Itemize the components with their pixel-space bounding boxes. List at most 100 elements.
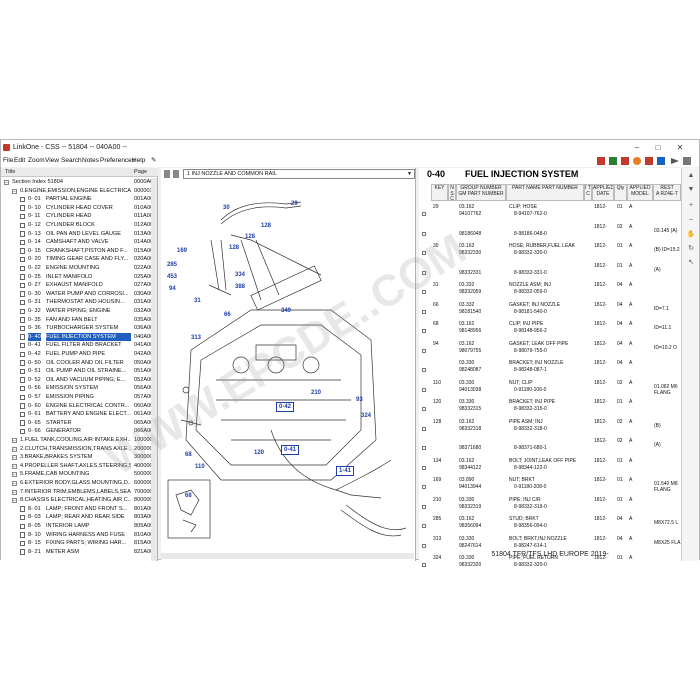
print-icon[interactable]: [645, 157, 653, 165]
menu-zoom[interactable]: Zoom: [28, 155, 45, 167]
tree-row[interactable]: 0- 56 EMISSION SYSTEM 056A00: [1, 384, 158, 393]
row-checkbox[interactable]: [422, 563, 426, 567]
tree-row[interactable]: 0- 12 CYLINDER BLOCK 012A00: [1, 221, 158, 230]
expand-toggle-icon[interactable]: −: [4, 180, 9, 186]
tree-row[interactable]: 8- 10 WIRING HARNESS AND FUSE 810A00: [1, 531, 158, 540]
tree-row[interactable]: 0- 27 EXHAUST MANIFOLD 027A00: [1, 281, 158, 290]
pointer-icon[interactable]: ↖: [686, 258, 696, 268]
tree-row[interactable]: 0- 61 BATTERY AND ENGINE ELECT... 061A00: [1, 410, 158, 419]
parts-row[interactable]: 68 03.162 CLIP; INJ PIPE 1812- 04 A ID=11.1 981…: [419, 320, 681, 339]
parts-row[interactable]: 31 03.332 NOZZLE ASM; INJ 1812- 04 A 98332059 8…: [419, 281, 681, 300]
tree-row[interactable]: 0- 01 PARTIAL ENGINE 001A00: [1, 195, 158, 204]
history-icon[interactable]: [633, 157, 641, 165]
col-qty[interactable]: Qty: [614, 184, 627, 201]
rotate-icon[interactable]: ↻: [686, 244, 696, 254]
menu-view[interactable]: View: [45, 155, 59, 167]
expand-toggle-icon[interactable]: −: [12, 498, 17, 504]
menu-preferences[interactable]: Preferences: [100, 155, 135, 167]
col-itc[interactable]: I T C: [584, 184, 592, 201]
zoom-out-icon[interactable]: –: [686, 216, 696, 226]
tree-row[interactable]: 0- 51 OIL PUMP AND OIL STRAINE... 051A00: [1, 367, 158, 376]
expand-toggle-icon[interactable]: −: [12, 481, 17, 487]
callout-324[interactable]: 324: [361, 413, 371, 419]
menu-notes[interactable]: Notes: [82, 155, 99, 167]
tree-row[interactable]: 0- 57 EMISSION PIPING 057A00: [1, 393, 158, 402]
col-nsc[interactable]: N S C: [448, 184, 456, 201]
prev-figure-icon[interactable]: [164, 170, 170, 178]
page-icon[interactable]: [609, 157, 617, 165]
parts-row[interactable]: 169 03.890 NUT; BRKT 1812- 01 A 01.540 M8 FLAN…: [419, 476, 681, 495]
expand-toggle-icon[interactable]: −: [12, 188, 17, 194]
parts-row[interactable]: 210 03.330 PIPE; INJ C/R 1812- 01 A 98332319 8-…: [419, 496, 681, 515]
parts-row[interactable]: 134 03.162 BOLT; JOINT,LEAK OFF PIPE 1812- 0…: [419, 457, 681, 476]
callout-285[interactable]: 285: [167, 262, 177, 268]
row-checkbox[interactable]: [422, 543, 426, 548]
col-rest[interactable]: REST A RZ4E-T: [653, 184, 681, 201]
tree-row[interactable]: 0- 32 WATER PIPING; ENGINE 032A00: [1, 307, 158, 316]
menu-search[interactable]: Search: [61, 155, 82, 167]
tree-row[interactable]: −7.INTERIOR TRIM,EMBLEMS,LABELS,SEA... 70…: [1, 488, 158, 497]
tree-row[interactable]: 8- 03 LAMP; REAR AND REAR SIDE 803A00: [1, 513, 158, 522]
col-key[interactable]: KEY: [431, 184, 448, 201]
callout-388[interactable]: 388: [235, 284, 245, 290]
callout-210[interactable]: 210: [311, 390, 321, 396]
menu-file[interactable]: File: [3, 155, 13, 167]
tree-row[interactable]: 0- 10 CYLINDER HEAD COVER 010A00: [1, 204, 158, 213]
hand-icon[interactable]: ✋: [686, 230, 696, 240]
zoom-in-icon[interactable]: +: [686, 202, 696, 212]
callout-110[interactable]: 110: [195, 464, 205, 470]
row-checkbox[interactable]: [422, 309, 426, 314]
callout-349[interactable]: 349: [281, 308, 291, 314]
callout-93[interactable]: 93: [356, 397, 363, 403]
tree-row[interactable]: −0.ENGINE,EMISSION,ENGINE ELECTRICA... 00…: [1, 187, 158, 196]
parts-row[interactable]: 128 03.162 PIPE ASM; INJ 1812- 02 A (B) 9833231…: [419, 418, 681, 437]
tree-row[interactable]: 0- 14 CAMSHAFT AND VALVE 014A00: [1, 238, 158, 247]
menu-help[interactable]: Help: [132, 155, 145, 167]
callout-128-b[interactable]: 128: [245, 234, 255, 240]
callout-120[interactable]: 120: [254, 450, 264, 456]
menu-edit[interactable]: Edit: [14, 155, 25, 167]
tree-row[interactable]: −8.CHASSIS ELECTRICAL,HEATING,AIR C... 80…: [1, 496, 158, 505]
tree-row[interactable]: 0- 30 WATER PUMP AND CORROSI... 030A00: [1, 290, 158, 299]
pencil-icon[interactable]: ✎: [151, 155, 156, 167]
tree-row[interactable]: −6.EXTERIOR BODY,GLASS MOUNTING,D... 6000…: [1, 479, 158, 488]
minimize-button[interactable]: –: [628, 140, 646, 155]
parts-row[interactable]: 285 03.162 STUD; BRKT 1812- 04 A M8X72.5 L 9835…: [419, 515, 681, 534]
tree-row[interactable]: 0- 41 FUEL FILTER AND BRACKET 041A00: [1, 341, 158, 350]
row-checkbox[interactable]: [422, 329, 426, 333]
tree-row[interactable]: 0- 50 OIL COOLER AND OIL FILTER 050A00: [1, 359, 158, 368]
callout-94[interactable]: 94: [169, 286, 176, 292]
row-checkbox[interactable]: [422, 504, 426, 509]
callout-30[interactable]: 30: [223, 205, 230, 211]
tree-row[interactable]: 0- 15 CRANKSHAFT,PISTON AND F... 015A00: [1, 247, 158, 256]
tree-row[interactable]: 0- 25 INLET MANIFOLD 025A00: [1, 273, 158, 282]
row-checkbox[interactable]: [422, 524, 426, 528]
row-checkbox[interactable]: [422, 407, 426, 411]
tree-row[interactable]: 0- 22 ENGINE MOUNTING 022A00: [1, 264, 158, 273]
tree-row[interactable]: − Section Index 51804 0000A0: [1, 178, 158, 187]
col-part-name[interactable]: PART NAME PART NUMBER: [506, 184, 584, 201]
callout-128-a[interactable]: 128: [261, 223, 271, 229]
callout-334[interactable]: 334: [235, 272, 245, 278]
next-figure-icon[interactable]: [173, 170, 179, 178]
tree-row[interactable]: 8- 05 INTERIOR LAMP 805A00: [1, 522, 158, 531]
row-checkbox[interactable]: [422, 465, 426, 470]
bookmark-icon[interactable]: [621, 157, 629, 165]
tree-row[interactable]: 0- 36 TURBOCHARGER SYSTEM 036A00: [1, 324, 158, 333]
parts-row[interactable]: 29 03.162 CLIP; HOSE 1812- 01 A 94107762 8-9410…: [419, 203, 681, 222]
row-checkbox[interactable]: [422, 485, 426, 489]
expand-toggle-icon[interactable]: −: [12, 463, 17, 469]
tree-scrollbar[interactable]: [151, 178, 157, 561]
col-applied-model[interactable]: APPLIED MODEL: [627, 184, 653, 201]
row-checkbox[interactable]: [422, 348, 426, 353]
expand-toggle-icon[interactable]: −: [12, 489, 17, 495]
book-icon[interactable]: [597, 157, 605, 165]
tree-row[interactable]: 0- 52 OIL AND VACUUM PIPING; E... 052A00: [1, 376, 158, 385]
callout-453[interactable]: 453: [167, 274, 177, 280]
expand-toggle-icon[interactable]: −: [12, 446, 17, 452]
callout-169[interactable]: 169: [177, 248, 187, 254]
callout-313[interactable]: 313: [191, 335, 201, 341]
tree-row[interactable]: 0- 11 CYLINDER HEAD 011A00: [1, 212, 158, 221]
zoom-icon[interactable]: [657, 157, 665, 165]
ref-0-42[interactable]: 0-42: [276, 402, 295, 412]
